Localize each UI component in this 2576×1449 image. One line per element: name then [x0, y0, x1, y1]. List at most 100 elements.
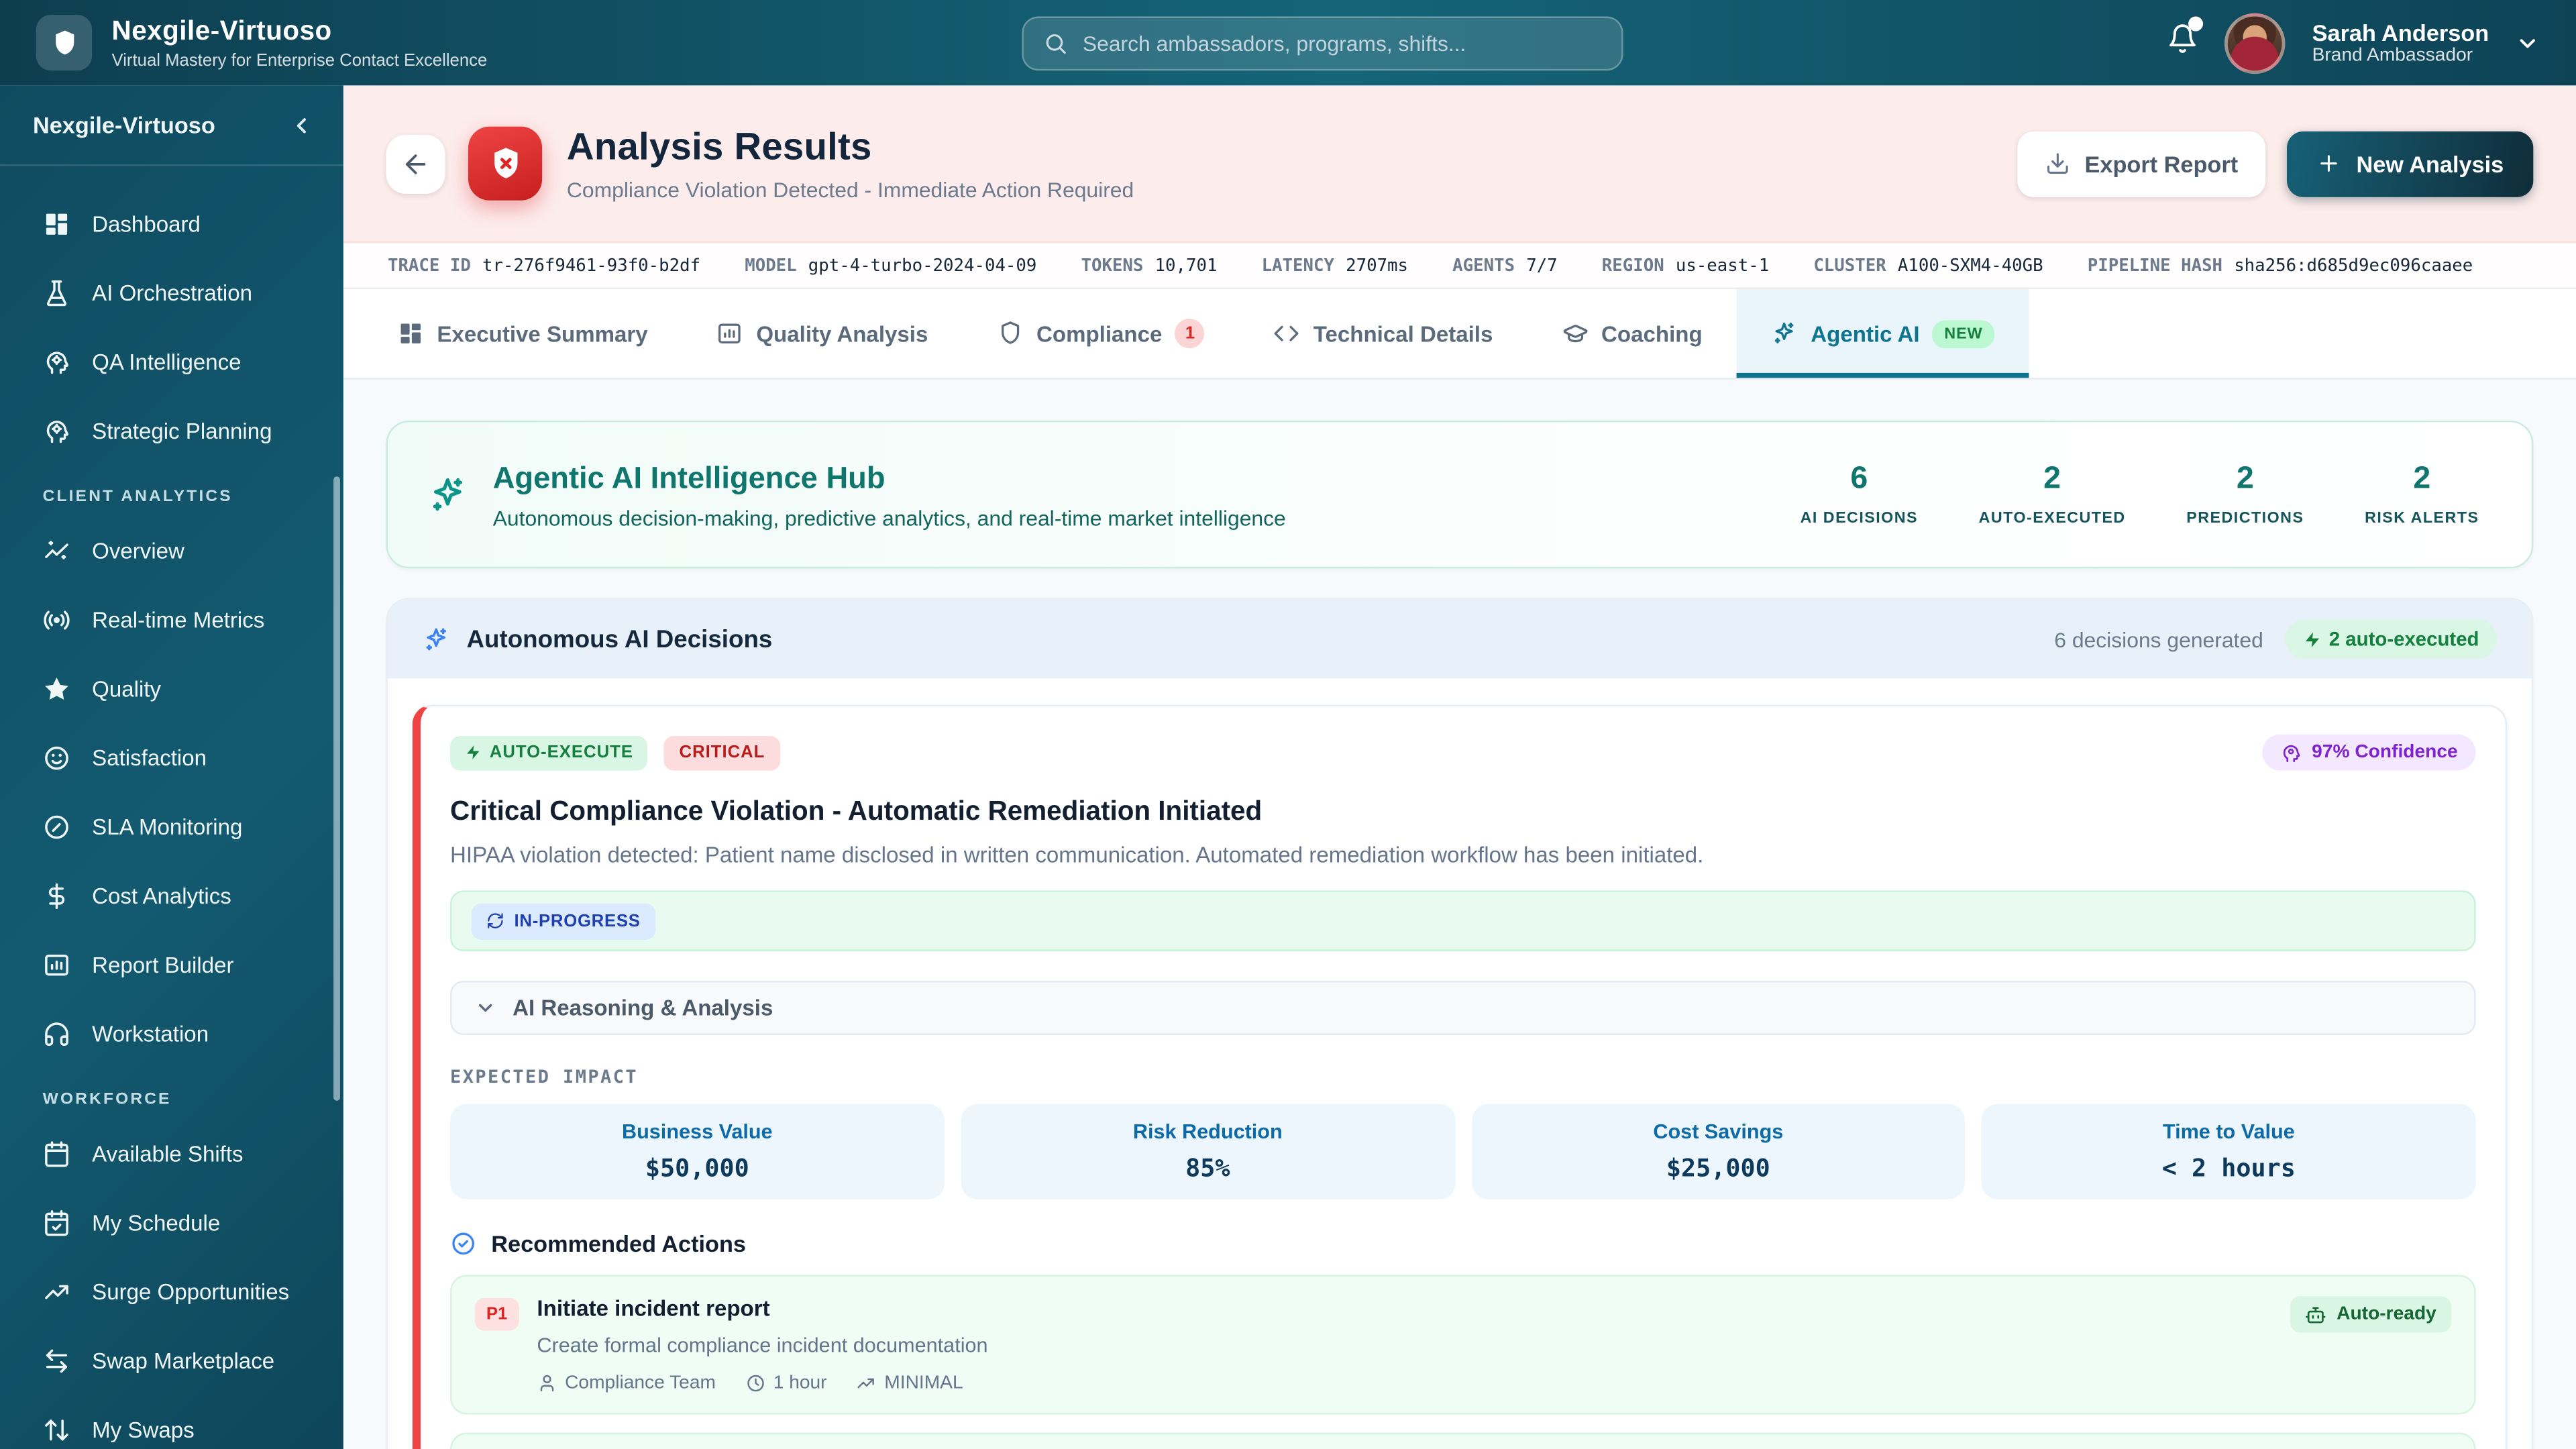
ai-reasoning-label: AI Reasoning & Analysis	[513, 996, 773, 1020]
sidebar-item-cost-analytics[interactable]: Cost Analytics	[0, 861, 343, 930]
sidebar-item-sla-monitoring[interactable]: SLA Monitoring	[0, 792, 343, 861]
user-info[interactable]: Sarah Anderson Brand Ambassador	[2312, 19, 2489, 66]
sidebar-item-available-shifts[interactable]: Available Shifts	[0, 1119, 343, 1188]
tab-label: Agentic AI	[1811, 321, 1920, 346]
refresh-icon	[488, 913, 503, 928]
sparkles-icon	[1775, 322, 1794, 343]
sidebar-section-workforce: WORKFORCE	[42, 1091, 172, 1110]
sidebar-item-label: Dashboard	[92, 211, 201, 236]
tab-agentic-ai[interactable]: Agentic AI NEW	[1737, 289, 2029, 378]
in-progress-label: IN-PROGRESS	[514, 910, 641, 931]
bar-chart-icon	[718, 323, 741, 343]
in-progress-badge: IN-PROGRESS	[471, 902, 655, 939]
new-analysis-button[interactable]: New Analysis	[2287, 130, 2534, 197]
code-icon	[1275, 325, 1299, 341]
sidebar-item-swap-marketplace[interactable]: Swap Marketplace	[0, 1326, 343, 1395]
sidebar-item-satisfaction[interactable]: Satisfaction	[0, 723, 343, 792]
search-input[interactable]	[1082, 31, 1602, 56]
sidebar-item-my-schedule[interactable]: My Schedule	[0, 1188, 343, 1257]
smile-icon	[45, 745, 68, 769]
meta-agents: AGENTS 7/7	[1452, 255, 1558, 276]
tab-compliance[interactable]: Compliance 1	[963, 289, 1240, 378]
tab-content: Agentic AI Intelligence Hub Autonomous d…	[343, 380, 2576, 1449]
sidebar-item-label: Real-time Metrics	[92, 606, 265, 632]
global-search[interactable]	[1022, 16, 1623, 71]
sidebar-item-label: Overview	[92, 538, 184, 563]
impact-label: Cost Savings	[1653, 1120, 1784, 1144]
expected-impact-row: Business Value $50,000 Risk Reduction 85…	[450, 1104, 2476, 1199]
action-impact-level: MINIMAL	[857, 1373, 963, 1393]
stat-value: 2	[2236, 462, 2254, 496]
tab-quality-analysis[interactable]: Quality Analysis	[682, 289, 963, 378]
tab-technical-details[interactable]: Technical Details	[1240, 289, 1527, 378]
sidebar-item-realtime-metrics[interactable]: Real-time Metrics	[0, 585, 343, 654]
sidebar-item-label: AI Orchestration	[92, 280, 253, 305]
sidebar-nav: Dashboard AI Orchestration QA Intelligen…	[0, 166, 343, 1449]
stat-predictions: 2 PREDICTIONS	[2186, 462, 2304, 527]
action-description: Create formal compliance incident docume…	[537, 1334, 988, 1357]
psychology-icon	[46, 351, 68, 374]
stat-value: 2	[2043, 462, 2061, 496]
sidebar-item-workstation[interactable]: Workstation	[0, 999, 343, 1068]
zap-icon	[2304, 631, 2319, 647]
sidebar-item-surge-opportunities[interactable]: Surge Opportunities	[0, 1256, 343, 1326]
sidebar-item-dashboard[interactable]: Dashboard	[0, 189, 343, 258]
impact-business-value: Business Value $50,000	[450, 1104, 945, 1199]
sparkles-icon	[433, 477, 463, 511]
stat-label: PREDICTIONS	[2186, 509, 2304, 528]
sidebar-item-report-builder[interactable]: Report Builder	[0, 930, 343, 999]
sidebar-item-strategic-planning[interactable]: Strategic Planning	[0, 396, 343, 465]
decision-title: Critical Compliance Violation - Automati…	[450, 796, 1263, 826]
meta-latency: LATENCY 2707ms	[1261, 255, 1409, 276]
sidebar-item-qa-intelligence[interactable]: QA Intelligence	[0, 327, 343, 396]
calendar-icon	[45, 1140, 68, 1167]
tab-executive-summary[interactable]: Executive Summary	[363, 289, 682, 378]
download-icon	[2047, 153, 2068, 174]
sidebar-item-ai-orchestration[interactable]: AI Orchestration	[0, 258, 343, 327]
impact-value: 85%	[1185, 1153, 1230, 1183]
impact-risk-reduction: Risk Reduction 85%	[961, 1104, 1455, 1199]
plus-icon	[2320, 155, 2338, 172]
critical-badge: CRITICAL	[664, 735, 780, 770]
stat-label: RISK ALERTS	[2365, 509, 2479, 528]
user-avatar[interactable]	[2224, 12, 2286, 73]
action-meta: Compliance Team 1 hour MINIMAL	[537, 1373, 987, 1393]
decisions-panel-title: Autonomous AI Decisions	[466, 625, 773, 653]
sidebar-scrollbar[interactable]	[333, 476, 340, 1101]
tab-coaching[interactable]: Coaching	[1527, 289, 1737, 378]
sidebar-item-overview[interactable]: Overview	[0, 516, 343, 585]
sidebar-item-label: Cost Analytics	[92, 883, 231, 908]
star-icon	[45, 676, 68, 699]
app-logo	[36, 15, 93, 71]
stat-value: 2	[2413, 462, 2431, 496]
decision-badges: AUTO-EXECUTE CRITICAL 97% Confidence	[450, 734, 2476, 771]
status-banner: IN-PROGRESS	[450, 890, 2476, 951]
auto-execute-label: AUTO-EXECUTE	[489, 742, 633, 763]
notifications-button[interactable]	[2167, 16, 2204, 62]
new-badge: NEW	[1933, 319, 1994, 347]
violation-alert-icon-box	[468, 126, 543, 201]
action-body: Initiate incident report Create formal c…	[537, 1296, 987, 1393]
tab-label: Technical Details	[1313, 321, 1493, 346]
bar-chart-icon	[45, 953, 68, 975]
tab-bar: Executive Summary Quality Analysis Compl…	[343, 289, 2576, 380]
stat-label: AI DECISIONS	[1800, 509, 1919, 528]
action-card-schedule-mandatory-training[interactable]: P1 Schedule mandatory training Assign HI…	[450, 1432, 2476, 1449]
action-card-initiate-incident-report[interactable]: P1 Initiate incident report Create forma…	[450, 1275, 2476, 1415]
decision-description: HIPAA violation detected: Patient name d…	[450, 843, 1704, 868]
sidebar-item-quality[interactable]: Quality	[0, 654, 343, 723]
stat-label: AUTO-EXECUTED	[1978, 509, 2126, 528]
sidebar-item-label: Surge Opportunities	[92, 1279, 290, 1304]
ai-reasoning-toggle[interactable]: AI Reasoning & Analysis	[450, 981, 2476, 1035]
page-header: Analysis Results Compliance Violation De…	[343, 85, 2576, 244]
action-owner: Compliance Team	[537, 1373, 716, 1393]
impact-cost-savings: Cost Savings $25,000	[1471, 1104, 1966, 1199]
export-report-button[interactable]: Export Report	[2017, 130, 2266, 197]
auto-executed-label: 2 auto-executed	[2328, 627, 2479, 651]
collapse-sidebar-icon[interactable]	[289, 113, 314, 138]
back-button[interactable]	[386, 133, 445, 193]
sidebar-item-my-swaps[interactable]: My Swaps	[0, 1395, 343, 1449]
chevron-down-icon[interactable]	[2515, 30, 2540, 55]
action-duration: 1 hour	[745, 1373, 827, 1393]
meta-cluster: CLUSTER A100-SXM4-40GB	[1813, 255, 2043, 276]
